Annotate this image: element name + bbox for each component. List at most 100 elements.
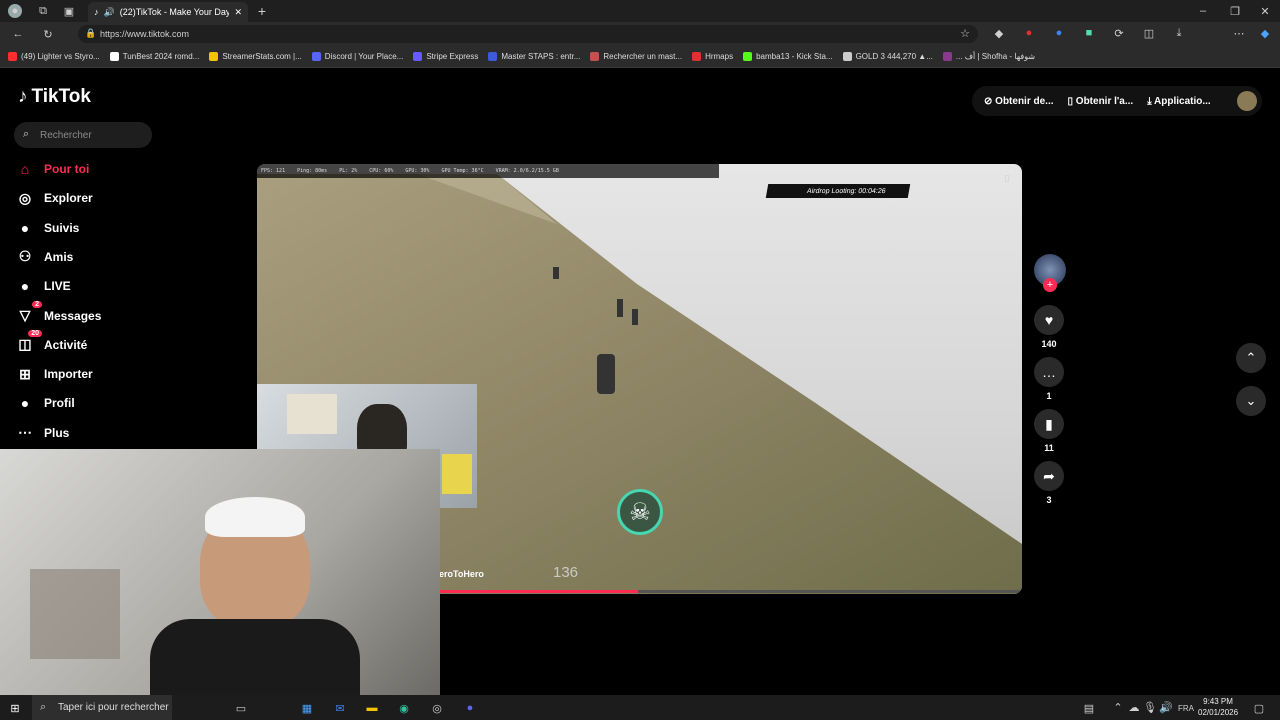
nav-item-activité[interactable]: ◫ 20 Activité (16, 329, 176, 357)
nav-item-amis[interactable]: ⚇ Amis (16, 245, 176, 269)
mail-icon[interactable]: ✉ (333, 701, 347, 715)
nav-item-live[interactable]: ● LIVE (16, 274, 176, 298)
obs-icon[interactable]: ◎ (430, 701, 444, 715)
video-progress-bar[interactable] (440, 590, 1022, 593)
save-action[interactable]: ▮ 11 (1034, 409, 1064, 453)
folder-icon[interactable]: ▬ (365, 701, 379, 715)
task-view-icon[interactable]: ▭ (234, 701, 248, 715)
url-field[interactable]: 🔒 https://www.tiktok.com (78, 25, 978, 43)
star-icon[interactable]: ☆ (958, 26, 972, 40)
nav-item-messages[interactable]: ▽ 2 Messages (16, 300, 176, 328)
bookmark-label: ... أف | Shofha - شوفها (955, 52, 1036, 61)
fullscreen-icon[interactable]: ▯ (1001, 172, 1013, 184)
more-icon: ⋯ (18, 424, 32, 441)
bookmark-item[interactable]: GOLD 3 444,270 ▲... (842, 52, 933, 61)
extensions-puzzle-icon[interactable]: ⟳ (1112, 26, 1126, 40)
reload-icon[interactable]: ↻ (40, 26, 56, 42)
widgets-icon[interactable]: ▤ (1082, 701, 1096, 715)
bookmarks-bar: (49) Lighter vs Styro... TunBest 2024 rom… (0, 46, 1280, 68)
messages-icon: ▽ 2 (16, 300, 42, 325)
share-action[interactable]: ➦ 3 (1034, 461, 1064, 505)
nav-item-profil[interactable]: ● Profil (16, 391, 176, 415)
nav-item-pour-toi[interactable]: ⌂ Pour toi (16, 157, 176, 181)
browser-tab-tiktok[interactable]: ♪ 🔊 (22)TikTok - Make Your Day ✕ (88, 2, 248, 22)
comment-icon[interactable]: … (1034, 357, 1064, 387)
clock-time: 9:43 PM (1203, 697, 1233, 706)
creator-handle[interactable]: eroToHero (439, 569, 484, 579)
windows-start-icon[interactable]: ⊞ (8, 701, 22, 715)
profile-avatar-icon[interactable]: ● (8, 4, 22, 18)
taskbar-search[interactable]: ⌕ Taper ici pour rechercher (32, 695, 172, 720)
bookmark-favicon-icon (692, 52, 702, 61)
compass-icon: ◎ (18, 189, 32, 206)
desktop-app-button[interactable]: ⤓ Applicatio... (1147, 96, 1211, 107)
split-screen-icon[interactable]: ◫ (1142, 26, 1156, 40)
bookmark-item[interactable]: TunBest 2024 romd... (109, 52, 199, 61)
tiktok-logo[interactable]: ♪ TikTok (18, 86, 91, 108)
get-app-button[interactable]: ▯ Obtenir l'a... (1068, 96, 1134, 107)
extension-icon-1[interactable]: ◆ (992, 26, 1006, 40)
nav-item-label: Profil (44, 396, 75, 411)
extension-icon-3[interactable]: ● (1052, 26, 1066, 40)
workspaces-icon[interactable]: ⧉ (36, 4, 50, 18)
get-coins-button[interactable]: ⊘ Obtenir de... (984, 96, 1054, 107)
download-icon[interactable]: ⤓ (1172, 26, 1186, 40)
user-avatar[interactable] (1236, 91, 1257, 111)
copilot-icon[interactable]: ◆ (1258, 26, 1272, 40)
tab-title: (22)TikTok - Make Your Day (119, 7, 230, 17)
share-icon[interactable]: ➦ (1034, 461, 1064, 491)
bookmark-item[interactable]: Discord | Your Place... (311, 52, 403, 61)
close-tab-icon[interactable]: ✕ (234, 7, 242, 18)
store-icon[interactable]: ▦ (300, 701, 314, 715)
performance-overlay: FPS: 121 Ping: 80ms PL: 2% CPU: 60% GPU: 30%… (257, 164, 719, 178)
minimize-button[interactable]: – (1196, 4, 1210, 18)
windows-taskbar: ⊞ ⌕ Taper ici pour rechercher ▭ ▦ ✉ ▬ ◉ … (0, 695, 1280, 720)
like-action[interactable]: ♥ 140 (1034, 305, 1064, 349)
system-clock[interactable]: 9:43 PM 02/01/2026 (1198, 696, 1238, 718)
tray-chevron-icon[interactable]: ⌃ (1112, 701, 1124, 714)
settings-menu-icon[interactable]: ⋯ (1232, 26, 1246, 40)
back-icon[interactable]: ← (10, 26, 26, 42)
new-tab-button[interactable]: + (254, 3, 270, 19)
nav-item-plus[interactable]: ⋯ Plus (16, 421, 176, 445)
close-window-button[interactable]: ✕ (1258, 4, 1272, 18)
bookmark-item[interactable]: Rechercher un mast... (590, 52, 682, 61)
bookmark-item[interactable]: ... أف | Shofha - شوفها (942, 52, 1036, 61)
heart-icon[interactable]: ♥ (1034, 305, 1064, 335)
nav-item-suivis[interactable]: ● Suivis (16, 216, 176, 240)
network-icon[interactable]: ☁ (1128, 701, 1140, 714)
bookmark-item[interactable]: StreamerStats.com |... (209, 52, 302, 61)
search-input[interactable]: ⌕ Rechercher (14, 122, 152, 148)
mic-icon[interactable]: 🎙 (1143, 701, 1157, 714)
audio-icon[interactable]: 🔊 (104, 7, 115, 18)
edge-icon[interactable]: ◉ (397, 701, 411, 715)
nav-item-explorer[interactable]: ◎ Explorer (16, 186, 176, 210)
extension-icon-4[interactable]: ■ (1082, 26, 1096, 40)
following-avatar-icon: ● (20, 219, 30, 236)
tab-actions-icon[interactable]: ▣ (62, 4, 76, 18)
skull-icon: ☠ (617, 489, 663, 535)
nav-item-label: LIVE (44, 279, 71, 294)
extension-icon-2[interactable]: ● (1022, 26, 1036, 40)
bookmark-item[interactable]: Hrmaps (692, 52, 733, 61)
creator-avatar-action[interactable]: + (1034, 254, 1066, 292)
nav-item-importer[interactable]: ⊞ Importer (16, 362, 176, 386)
notifications-icon[interactable]: ▢ (1252, 701, 1266, 715)
discord-icon[interactable]: ● (463, 701, 477, 715)
bookmark-icon[interactable]: ▮ (1034, 409, 1064, 439)
next-video-button[interactable]: ⌄ (1236, 386, 1266, 416)
search-placeholder: Rechercher (40, 129, 92, 141)
bookmark-item[interactable]: (49) Lighter vs Styro... (8, 52, 100, 61)
bookmark-favicon-icon (109, 52, 119, 61)
language-indicator[interactable]: FRA (1176, 702, 1196, 714)
bookmark-item[interactable]: Master STAPS : entr... (488, 52, 580, 61)
bookmark-item[interactable]: bamba13 - Kick Sta... (743, 52, 833, 61)
restore-button[interactable]: ❐ (1228, 4, 1242, 18)
previous-video-button[interactable]: ⌃ (1236, 343, 1266, 373)
perf-stat: GPU: 30% (405, 168, 430, 174)
follow-plus-icon[interactable]: + (1043, 278, 1057, 292)
volume-icon[interactable]: 🔊 (1159, 701, 1173, 714)
creator-avatar[interactable]: + (1034, 254, 1066, 292)
comment-action[interactable]: … 1 (1034, 357, 1064, 401)
bookmark-item[interactable]: Stripe Express (413, 52, 478, 61)
